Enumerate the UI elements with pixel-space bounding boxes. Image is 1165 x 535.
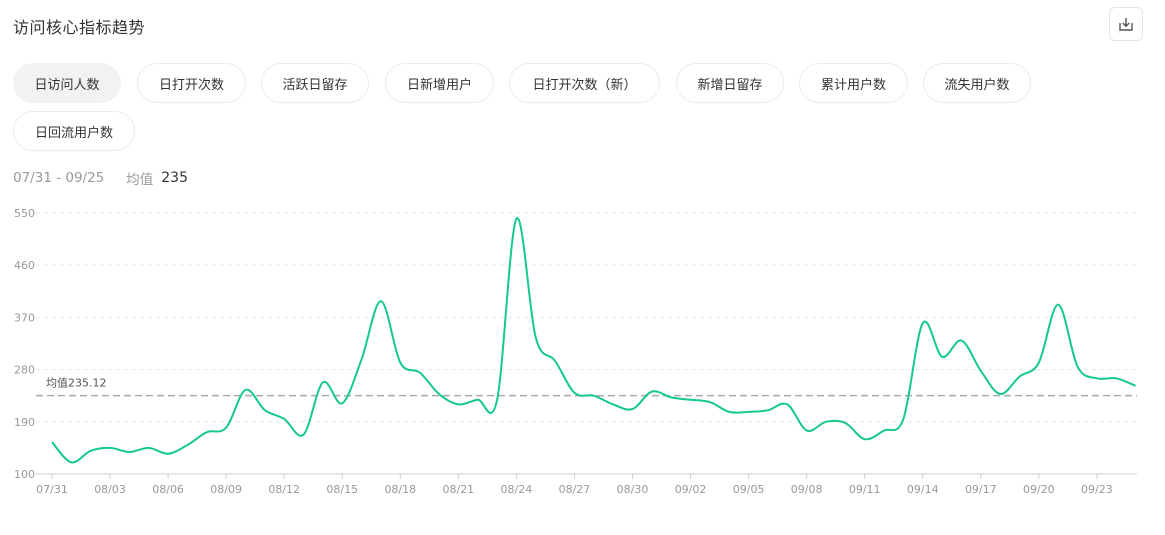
data-point xyxy=(1114,376,1118,380)
data-point xyxy=(437,392,441,396)
data-point xyxy=(69,460,73,464)
x-tick-label: 08/15 xyxy=(326,483,358,496)
data-point xyxy=(785,402,789,406)
data-point xyxy=(514,217,518,221)
data-point xyxy=(379,299,383,303)
data-point xyxy=(882,429,886,433)
x-tick-label: 09/17 xyxy=(965,483,997,496)
data-point xyxy=(998,392,1002,396)
data-point xyxy=(476,398,480,402)
x-tick-label: 09/20 xyxy=(1023,483,1055,496)
x-tick-label: 08/09 xyxy=(210,483,242,496)
data-point xyxy=(727,410,731,414)
data-point xyxy=(863,437,867,441)
data-point xyxy=(224,426,228,430)
data-point xyxy=(747,410,751,414)
x-tick-label: 07/31 xyxy=(36,483,68,496)
data-point xyxy=(824,420,828,424)
x-tick-label: 09/14 xyxy=(907,483,939,496)
x-tick-label: 08/12 xyxy=(268,483,300,496)
data-point xyxy=(1037,361,1041,365)
x-tick-label: 08/03 xyxy=(94,483,126,496)
data-point xyxy=(321,380,325,384)
data-point xyxy=(205,430,209,434)
data-point xyxy=(302,433,306,437)
data-point xyxy=(1076,365,1080,369)
x-tick-label: 09/05 xyxy=(733,483,765,496)
data-point xyxy=(147,446,151,450)
y-tick-label: 190 xyxy=(14,416,35,429)
data-point xyxy=(185,443,189,447)
y-tick-label: 280 xyxy=(14,364,35,377)
data-point xyxy=(282,417,286,421)
data-point xyxy=(244,388,248,392)
y-tick-label: 100 xyxy=(14,468,35,481)
x-tick-label: 09/02 xyxy=(675,483,707,496)
x-tick-label: 08/30 xyxy=(617,483,649,496)
data-point xyxy=(398,361,402,365)
x-tick-label: 08/24 xyxy=(501,483,533,496)
data-point xyxy=(456,402,460,406)
data-point xyxy=(127,450,131,454)
data-point xyxy=(979,369,983,373)
x-tick-label: 08/27 xyxy=(559,483,591,496)
x-tick-label: 08/18 xyxy=(384,483,416,496)
data-point xyxy=(843,421,847,425)
y-tick-label: 460 xyxy=(14,259,35,272)
data-point xyxy=(940,355,944,359)
data-point xyxy=(1095,376,1099,380)
data-point xyxy=(631,407,635,411)
data-point xyxy=(418,371,422,375)
data-point xyxy=(360,357,364,361)
data-point xyxy=(650,390,654,394)
data-point xyxy=(766,408,770,412)
data-point xyxy=(901,417,905,421)
data-point xyxy=(611,402,615,406)
data-point xyxy=(592,394,596,398)
series-line xyxy=(51,217,1136,464)
data-point xyxy=(921,321,925,325)
data-point xyxy=(572,391,576,395)
data-point xyxy=(1134,384,1138,388)
data-point xyxy=(263,408,267,412)
data-point xyxy=(1056,303,1060,307)
data-point xyxy=(108,446,112,450)
trend-chart: 100 190 280 370 460 550 07/31 08/03 08/06 08/09 08… xyxy=(14,207,1138,496)
data-point xyxy=(89,449,93,453)
x-tick-label: 08/21 xyxy=(442,483,474,496)
data-point xyxy=(534,336,538,340)
data-point xyxy=(50,440,54,444)
data-point xyxy=(1018,375,1022,379)
data-point xyxy=(495,398,499,402)
x-tick-label: 09/11 xyxy=(849,483,881,496)
x-tick-label: 08/06 xyxy=(152,483,184,496)
data-point xyxy=(805,429,809,433)
x-tick-label: 09/08 xyxy=(791,483,823,496)
data-point xyxy=(708,400,712,404)
data-point xyxy=(553,359,557,363)
average-line-label: 均值235.12 xyxy=(46,377,107,390)
y-tick-label: 370 xyxy=(14,311,35,324)
data-point xyxy=(959,339,963,343)
data-point xyxy=(689,398,693,402)
data-point xyxy=(669,395,673,399)
data-point xyxy=(340,401,344,405)
data-point xyxy=(166,452,170,456)
y-tick-label: 550 xyxy=(14,207,35,220)
x-tick-label: 09/23 xyxy=(1081,483,1113,496)
